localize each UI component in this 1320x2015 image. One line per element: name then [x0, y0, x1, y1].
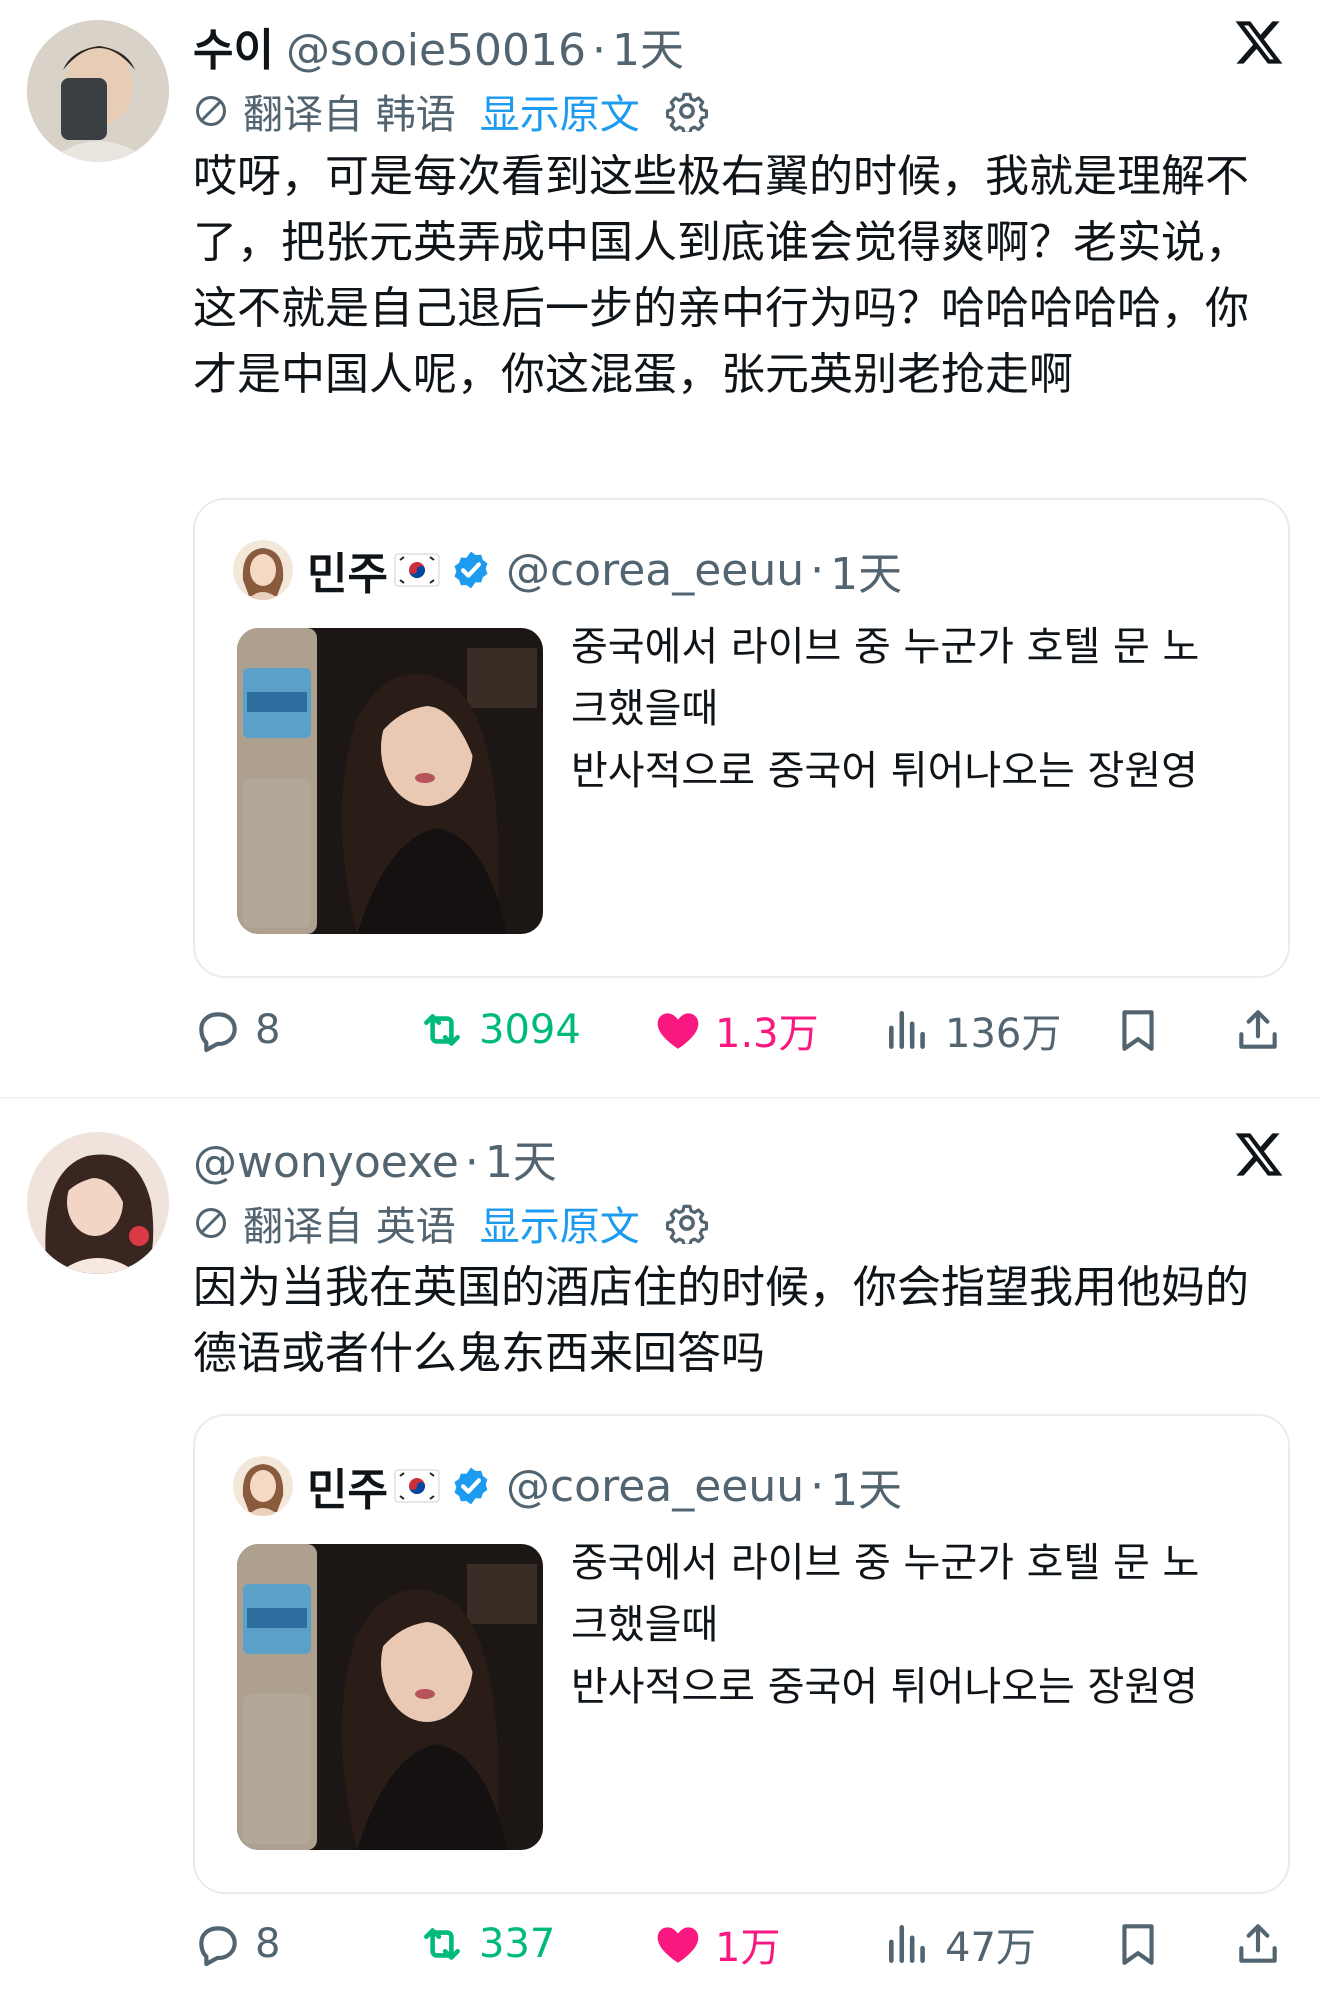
gear-icon[interactable]: [665, 1202, 708, 1244]
translation-notice: 翻译自 英语 显示原文: [193, 1194, 708, 1252]
quoted-tweet[interactable]: 민주 @corea_eeuu · 1天 중국에서 라이브 중 누군가 호텔 문 …: [193, 498, 1290, 978]
heart-icon: [657, 1013, 699, 1049]
bookmark-icon: [1122, 1924, 1154, 1965]
views-icon: [889, 1011, 925, 1049]
retweet-button[interactable]: 3094: [417, 1000, 581, 1060]
display-name[interactable]: 수이: [193, 14, 274, 78]
quote-timestamp: 1天: [830, 1465, 903, 1516]
share-button[interactable]: [1233, 1000, 1283, 1060]
quote-text-line: 중국에서 라이브 중 누군가 호텔 문 노크했을때: [571, 624, 1200, 732]
quote-text: 중국에서 라이브 중 누군가 호텔 문 노크했을때 반사적으로 중국어 튀어나오…: [571, 1532, 1231, 1718]
action-bar: 8 337 1万 47万: [193, 1914, 1293, 1974]
quote-text-line: 반사적으로 중국어 튀어나오는 장원영: [571, 748, 1198, 794]
quote-display-name: 민주: [307, 1465, 388, 1516]
retweet-count: 337: [479, 1921, 556, 1967]
x-logo-icon: [1235, 21, 1283, 64]
quote-text-line: 중국에서 라이브 중 누군가 호텔 문 노크했을때: [571, 1540, 1200, 1648]
quote-text-line: 반사적으로 중국어 튀어나오는 장원영: [571, 1664, 1198, 1710]
reply-icon: [199, 1926, 237, 1967]
show-original-link[interactable]: 显示原文: [480, 1194, 640, 1252]
translate-icon: [196, 96, 226, 126]
share-icon: [1239, 1010, 1277, 1049]
avatar[interactable]: [27, 1132, 169, 1274]
handle[interactable]: @wonyoexe: [193, 1137, 459, 1188]
retweet-button[interactable]: 337: [417, 1914, 555, 1974]
views-button[interactable]: 136万: [883, 1000, 1061, 1060]
tweet-body: 哎呀，可是每次看到这些极右翼的时候，我就是理解不了，把张元英弄成中国人到底谁会觉…: [193, 151, 1249, 400]
quote-text: 중국에서 라이브 중 누군가 호텔 문 노크했을때 반사적으로 중국어 튀어나오…: [571, 616, 1231, 802]
quote-avatar: [233, 540, 293, 600]
views-count: 136万: [945, 1011, 1062, 1057]
show-original-link[interactable]: 显示原文: [480, 82, 640, 140]
reply-button[interactable]: 8: [193, 1000, 280, 1060]
handle[interactable]: @sooie50016: [286, 25, 586, 76]
translate-icon: [196, 1208, 226, 1238]
translation-notice: 翻译自 韩语 显示原文: [193, 82, 708, 140]
quote-media-thumbnail[interactable]: [237, 628, 543, 934]
like-button[interactable]: 1万: [653, 1914, 780, 1974]
korea-flag-icon: [394, 553, 440, 587]
action-bar: 8 3094 1.3万 136万: [193, 1000, 1293, 1060]
reply-icon: [199, 1012, 237, 1053]
translated-from-label: 翻译自 韩语: [243, 92, 456, 138]
reply-count: 8: [255, 1921, 281, 1967]
korea-flag-icon: [394, 1469, 440, 1503]
heart-icon: [657, 1927, 699, 1963]
timestamp[interactable]: 1天: [485, 1126, 557, 1190]
tweet-body: 因为当我在英国的酒店住的时候，你会指望我用他妈的德语或者什么鬼东西来回答吗: [193, 1262, 1249, 1379]
like-count: 1万: [715, 1925, 781, 1971]
quote-header: 민주 @corea_eeuu · 1天: [233, 538, 902, 602]
retweet-count: 3094: [479, 1007, 581, 1053]
like-count: 1.3万: [715, 1011, 819, 1057]
quote-timestamp: 1天: [830, 549, 903, 600]
separator-dot: ·: [810, 544, 825, 596]
bookmark-button[interactable]: [1113, 1914, 1163, 1974]
quote-header: 민주 @corea_eeuu · 1天: [233, 1454, 902, 1518]
gear-icon[interactable]: [665, 90, 708, 132]
reply-button[interactable]: 8: [193, 1914, 280, 1974]
quote-media-thumbnail[interactable]: [237, 1544, 543, 1850]
reply-count: 8: [255, 1007, 281, 1053]
translated-from-label: 翻译自 英语: [243, 1204, 456, 1250]
tweet[interactable]: @wonyoexe · 1天 翻译自 英语 显示原文 因为当我在英国的酒店住的时…: [0, 1099, 1320, 2015]
x-logo-icon: [1235, 1133, 1283, 1176]
views-count: 47万: [945, 1925, 1036, 1971]
retweet-icon: [424, 1928, 460, 1960]
tweet-header: @wonyoexe · 1天: [193, 1126, 557, 1190]
quoted-tweet[interactable]: 민주 @corea_eeuu · 1天 중국에서 라이브 중 누군가 호텔 문 …: [193, 1414, 1290, 1894]
separator-dot: ·: [592, 25, 606, 76]
verified-badge-icon: [454, 551, 488, 589]
verified-badge-icon: [454, 1467, 488, 1505]
quote-avatar: [233, 1456, 293, 1516]
quote-handle: @corea_eeuu: [505, 1460, 805, 1512]
separator-dot: ·: [810, 1460, 825, 1512]
views-icon: [889, 1925, 925, 1963]
views-button[interactable]: 47万: [883, 1914, 1036, 1974]
share-button[interactable]: [1233, 1914, 1283, 1974]
retweet-icon: [424, 1014, 460, 1046]
avatar[interactable]: [27, 20, 169, 162]
bookmark-icon: [1122, 1010, 1154, 1051]
share-icon: [1239, 1924, 1277, 1963]
like-button[interactable]: 1.3万: [653, 1000, 819, 1060]
separator-dot: ·: [464, 1137, 479, 1188]
tweet[interactable]: 수이 @sooie50016 · 1天 翻译自 韩语 显示原文 哎呀，可是每次看…: [0, 0, 1320, 1097]
timestamp[interactable]: 1天: [612, 14, 684, 78]
tweet-header: 수이 @sooie50016 · 1天: [193, 14, 684, 78]
quote-handle: @corea_eeuu: [505, 544, 805, 596]
quote-display-name: 민주: [307, 549, 388, 600]
bookmark-button[interactable]: [1113, 1000, 1163, 1060]
